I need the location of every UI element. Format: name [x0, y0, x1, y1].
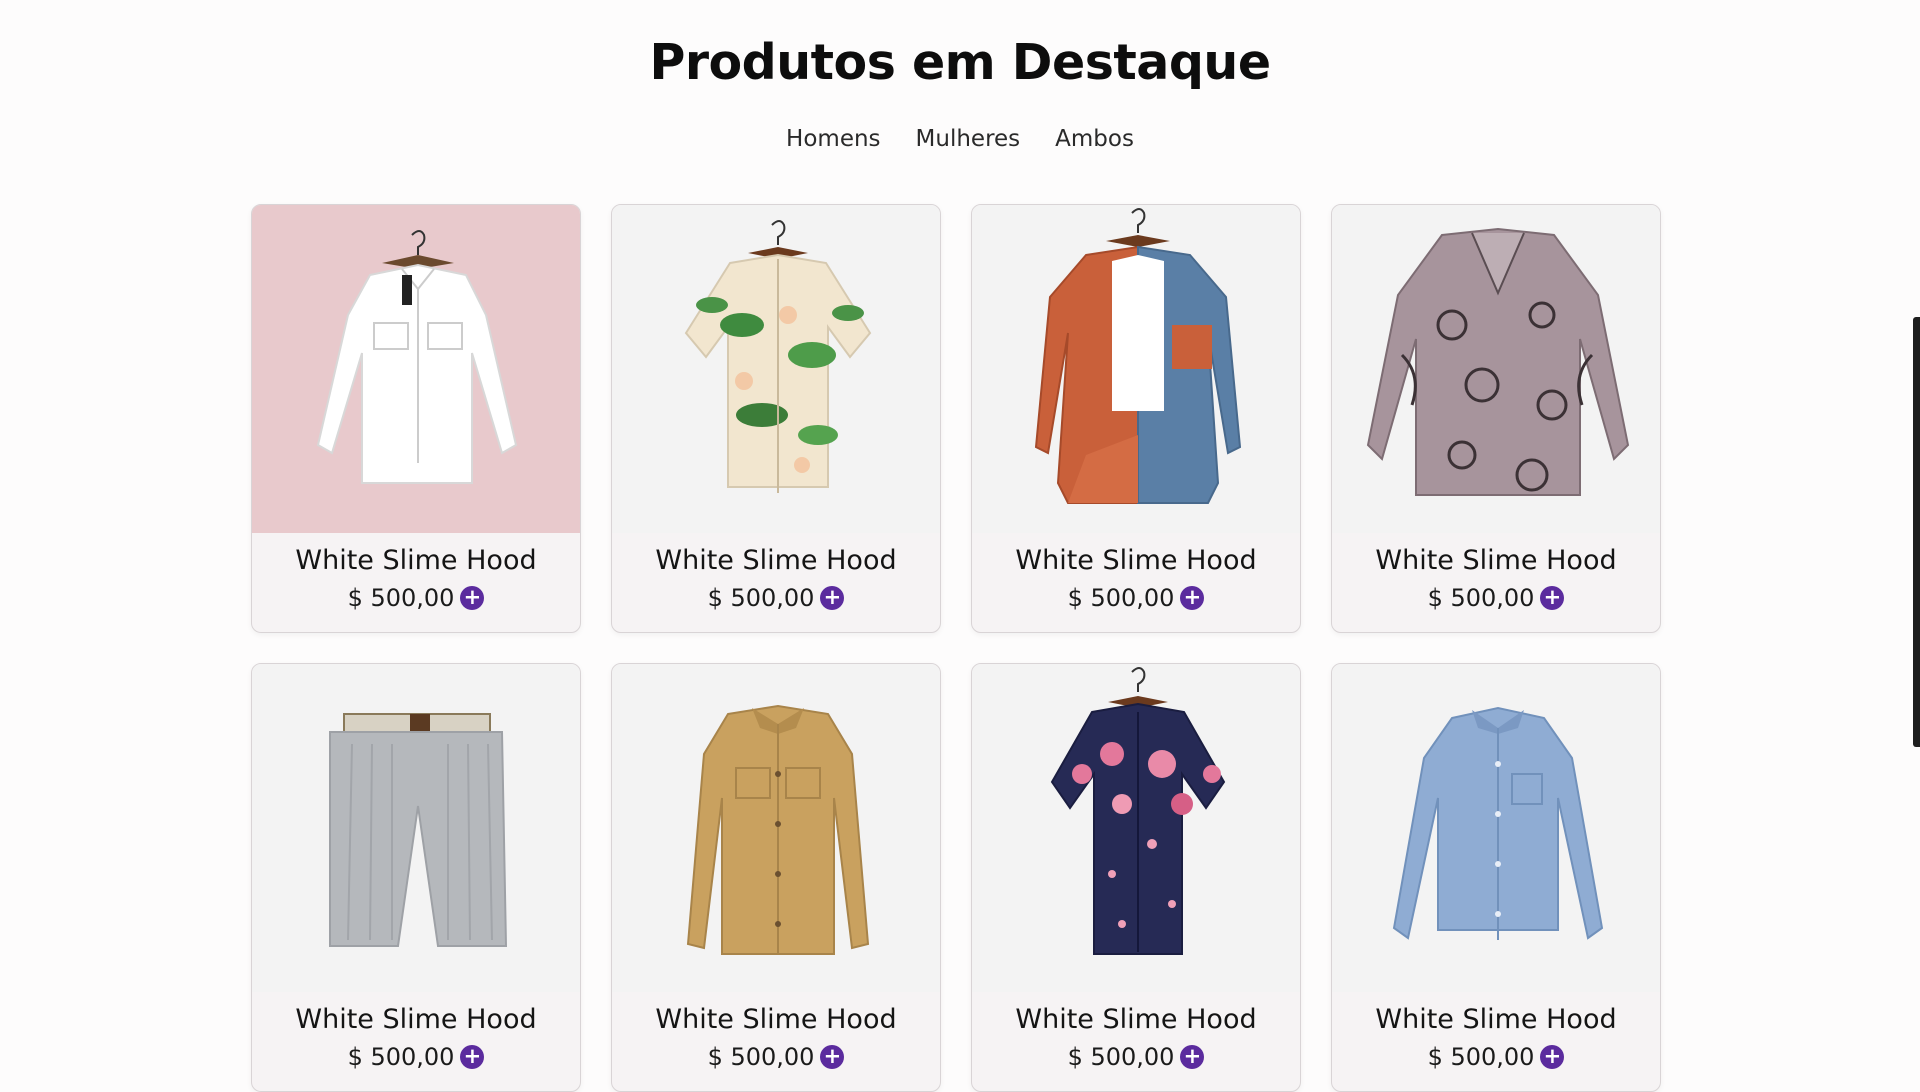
- product-card[interactable]: White Slime Hood $ 500,00 +: [1331, 204, 1661, 633]
- product-card[interactable]: White Slime Hood $ 500,00 +: [971, 204, 1301, 633]
- category-filters: Homens Mulheres Ambos: [0, 126, 1920, 152]
- product-image-white-denim-jacket: [252, 205, 580, 533]
- add-to-cart-icon[interactable]: +: [820, 1045, 845, 1069]
- product-name: White Slime Hood: [655, 1004, 897, 1035]
- filter-homens[interactable]: Homens: [784, 126, 882, 152]
- product-image-mauve-cat-print-blouse: [1332, 205, 1660, 533]
- page-title: Produtos em Destaque: [649, 34, 1271, 91]
- filter-ambos[interactable]: Ambos: [1053, 126, 1136, 152]
- product-image-light-blue-denim-shirt: [1332, 664, 1660, 992]
- add-to-cart-icon[interactable]: +: [460, 586, 485, 610]
- product-name: White Slime Hood: [1015, 545, 1257, 576]
- product-price: $ 500,00: [1067, 1043, 1175, 1071]
- product-name: White Slime Hood: [1015, 1004, 1257, 1035]
- product-image-grey-striped-shorts: [252, 664, 580, 992]
- product-name: White Slime Hood: [295, 545, 537, 576]
- product-image-orange-blue-corduroy-shirt: [972, 205, 1300, 533]
- add-to-cart-icon[interactable]: +: [1540, 586, 1565, 610]
- filter-mulheres[interactable]: Mulheres: [914, 126, 1023, 152]
- product-card[interactable]: White Slime Hood $ 500,00 +: [971, 663, 1301, 1092]
- add-to-cart-icon[interactable]: +: [820, 586, 845, 610]
- product-price: $ 500,00: [707, 1043, 815, 1071]
- product-card[interactable]: White Slime Hood $ 500,00 +: [611, 204, 941, 633]
- product-card[interactable]: White Slime Hood $ 500,00 +: [251, 204, 581, 633]
- product-price: $ 500,00: [347, 584, 455, 612]
- product-image-floral-leaf-shirt: [612, 205, 940, 533]
- product-name: White Slime Hood: [1375, 545, 1617, 576]
- product-price: $ 500,00: [1067, 584, 1175, 612]
- product-price: $ 500,00: [1427, 584, 1535, 612]
- product-name: White Slime Hood: [655, 545, 897, 576]
- product-grid: White Slime Hood $ 500,00 + White Slime …: [251, 204, 1661, 1092]
- add-to-cart-icon[interactable]: +: [1180, 586, 1205, 610]
- product-price: $ 500,00: [347, 1043, 455, 1071]
- product-card[interactable]: White Slime Hood $ 500,00 +: [611, 663, 941, 1092]
- product-image-khaki-overshirt: [612, 664, 940, 992]
- product-name: White Slime Hood: [1375, 1004, 1617, 1035]
- add-to-cart-icon[interactable]: +: [1180, 1045, 1205, 1069]
- add-to-cart-icon[interactable]: +: [1540, 1045, 1565, 1069]
- product-card[interactable]: White Slime Hood $ 500,00 +: [251, 663, 581, 1092]
- add-to-cart-icon[interactable]: +: [460, 1045, 485, 1069]
- product-price: $ 500,00: [707, 584, 815, 612]
- product-image-navy-floral-shirt: [972, 664, 1300, 992]
- page-scrollbar[interactable]: [1913, 317, 1920, 747]
- product-name: White Slime Hood: [295, 1004, 537, 1035]
- product-card[interactable]: White Slime Hood $ 500,00 +: [1331, 663, 1661, 1092]
- product-price: $ 500,00: [1427, 1043, 1535, 1071]
